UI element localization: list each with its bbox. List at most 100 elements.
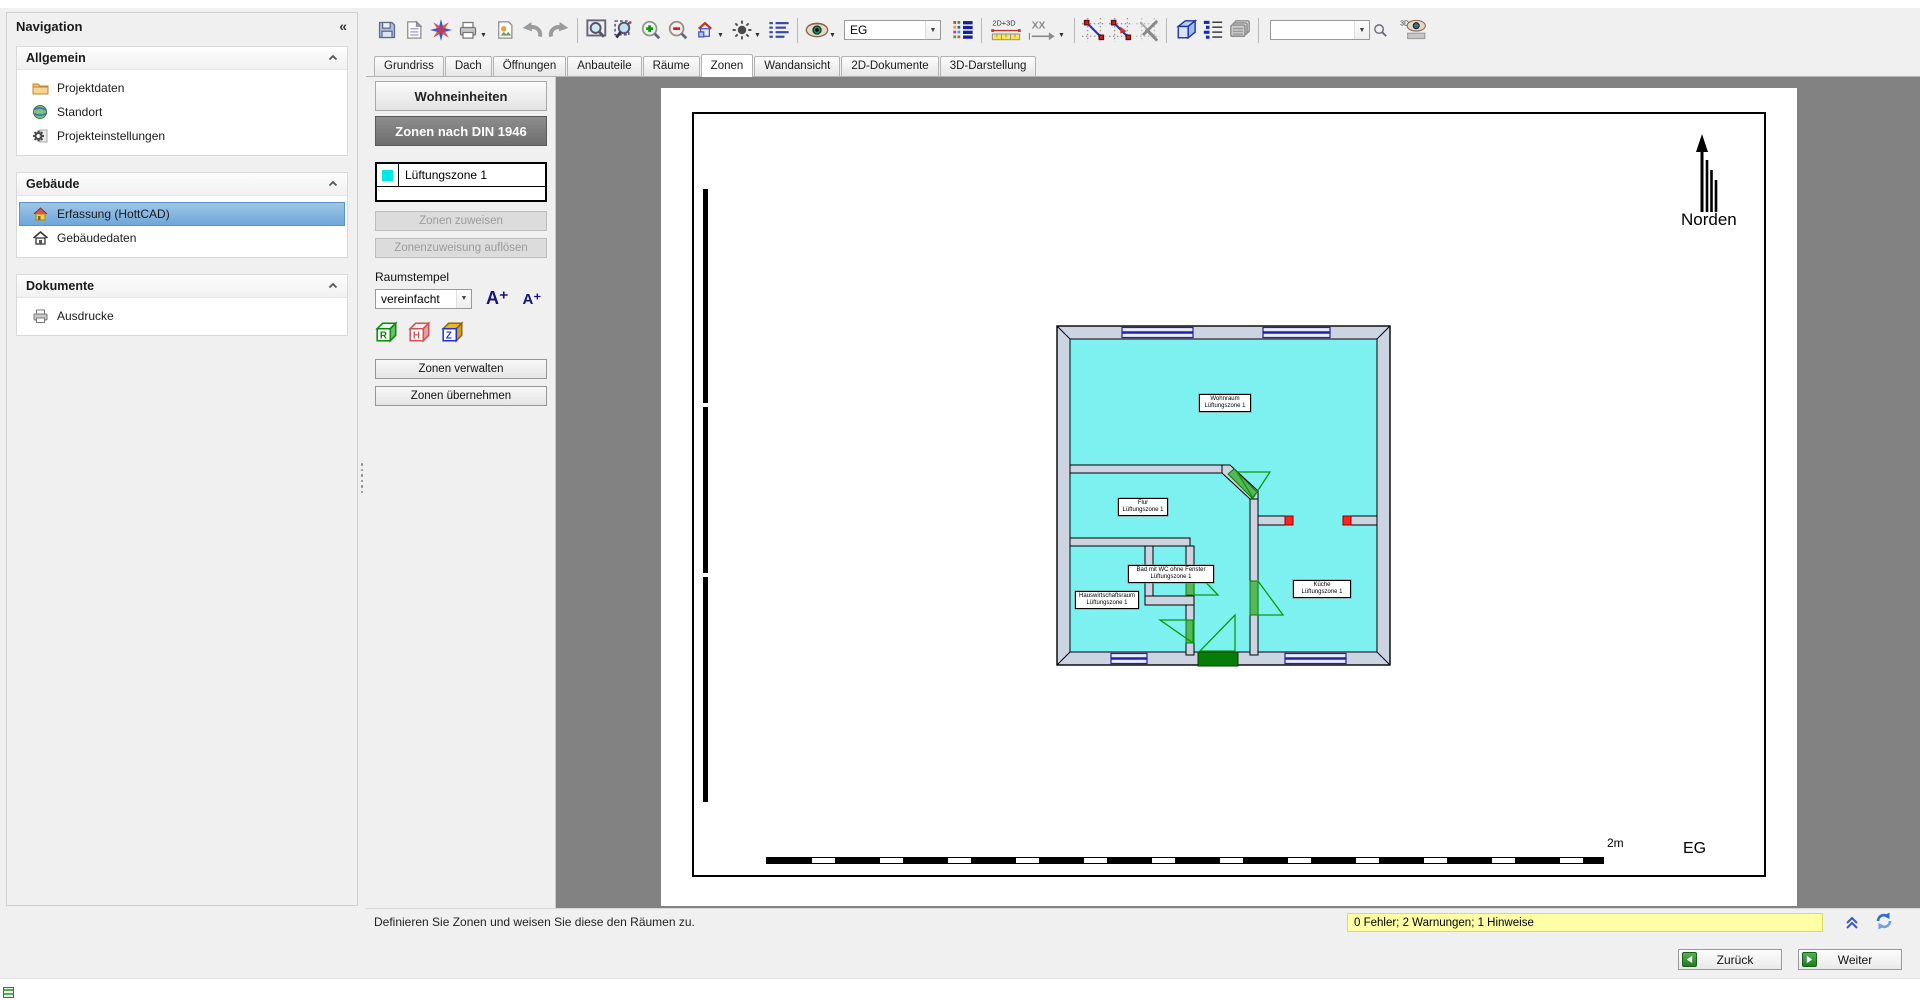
stereo-3d-button[interactable]: 3D [1396, 17, 1430, 44]
refresh-icon[interactable] [1874, 911, 1894, 931]
chevron-down-icon[interactable]: ▼ [925, 21, 940, 39]
tab-2d-dokumente[interactable]: 2D-Dokumente [841, 56, 938, 76]
tab-anbauteile[interactable]: Anbauteile [567, 56, 641, 76]
zonen-verwalten-button[interactable]: Zonen verwalten [375, 359, 547, 379]
zonen-uebernehmen-button[interactable]: Zonen übernehmen [375, 386, 547, 406]
chevron-down-icon[interactable]: ▼ [1354, 21, 1369, 39]
panel-splitter-handle[interactable] [359, 463, 365, 499]
sidebar-item-standort[interactable]: Standort [19, 100, 345, 124]
snap-off-button[interactable] [1134, 17, 1161, 44]
levels-list-button[interactable] [1199, 17, 1226, 44]
sidebar-item-ausdrucke[interactable]: Ausdrucke [19, 304, 345, 328]
weiter-button[interactable]: Weiter [1798, 949, 1902, 970]
redo-icon [547, 19, 571, 41]
redo-button[interactable] [545, 17, 572, 44]
wohneinheiten-button[interactable]: Wohneinheiten [375, 81, 547, 111]
toolbar-separator [1166, 18, 1167, 43]
zone-list-item[interactable]: Lüftungszone 1 [377, 164, 545, 187]
search-input[interactable]: ▼ [1270, 20, 1370, 40]
sidebar-item-gebaeudedaten[interactable]: Gebäudedaten [19, 226, 345, 250]
brightness-dropdown-icon[interactable]: ▼ [754, 32, 764, 39]
snapshot-page-icon [495, 20, 515, 40]
snap-line-button[interactable] [1080, 17, 1107, 44]
house-outline-icon [32, 230, 49, 246]
zurueck-button[interactable]: Zurück [1678, 949, 1782, 970]
coordinates-dropdown-icon[interactable]: ▼ [1058, 32, 1068, 39]
search-icon [1373, 23, 1388, 38]
zonen-din-button[interactable]: Zonen nach DIN 1946 [375, 116, 547, 146]
drawing-canvas[interactable]: Wohnraum Lüftungszone 1 Flur Lüftungszon… [556, 77, 1920, 916]
visibility-dropdown-icon[interactable]: ▼ [829, 32, 839, 39]
coordinates-button[interactable]: XX [1025, 17, 1059, 44]
nav-group-dokumente-header[interactable]: Dokumente [17, 275, 347, 298]
room-stamp-hauswirtschaftsraum: Hauswirtschaftsraum Lüftungszone 1 [1075, 591, 1139, 609]
collapse-panel-icon[interactable]: « [339, 18, 347, 34]
tab-zonen[interactable]: Zonen [701, 54, 754, 77]
folder-icon [32, 80, 49, 96]
search-button[interactable] [1370, 17, 1390, 44]
star-burst-button[interactable] [427, 17, 454, 44]
floor-select[interactable]: EG ▼ [844, 20, 941, 40]
sidebar-item-projektdaten[interactable]: Projektdaten [19, 76, 345, 100]
home-view-icon [695, 20, 715, 40]
tab-wandansicht[interactable]: Wandansicht [754, 56, 840, 76]
zone-stamp-cube-button[interactable]: Z [441, 321, 465, 343]
undo-button[interactable] [518, 17, 545, 44]
print-button[interactable] [454, 17, 481, 44]
entrance-door [1198, 652, 1238, 666]
height-stamp-cube-button[interactable]: H [408, 321, 432, 343]
nav-group-title: Gebäude [26, 177, 80, 191]
dimension-2d3d-button[interactable]: 2D+3D [987, 17, 1025, 44]
font-larger-button[interactable]: A⁺ [486, 288, 509, 309]
floor-plan[interactable] [1056, 324, 1394, 667]
north-label: Norden [1681, 210, 1737, 230]
print-dropdown-icon[interactable]: ▼ [480, 32, 490, 39]
sidebar-item-projekteinstellungen[interactable]: Projekteinstellungen [19, 124, 345, 148]
save-button[interactable] [373, 17, 400, 44]
tab-3d-darstellung[interactable]: 3D-Darstellung [940, 56, 1037, 76]
status-mini-icon [3, 987, 14, 998]
nav-group-allgemein-header[interactable]: Allgemein [17, 47, 347, 70]
tab-oeffnungen[interactable]: Öffnungen [493, 56, 567, 76]
nav-group-gebaeude-header[interactable]: Gebäude [17, 173, 347, 196]
sidebar-item-label: Erfassung (HottCAD) [57, 207, 170, 221]
zoom-selection-button[interactable] [610, 17, 637, 44]
zoom-window-button[interactable] [583, 17, 610, 44]
snap-line-angle-button[interactable] [1107, 17, 1134, 44]
tab-raeume[interactable]: Räume [643, 56, 700, 76]
room-stamp-cube-button[interactable]: R [375, 321, 399, 343]
layers-stack-button[interactable] [1226, 17, 1253, 44]
sidebar-item-label: Standort [57, 105, 102, 119]
report-button[interactable] [400, 17, 427, 44]
tab-dach[interactable]: Dach [445, 56, 492, 76]
room-name: Hauswirtschaftsraum [1078, 593, 1136, 600]
zonen-zuweisen-button[interactable]: Zonen zuweisen [375, 211, 547, 231]
toolbar-separator [981, 18, 982, 43]
section-line [703, 407, 708, 573]
snapshot-button[interactable] [491, 17, 518, 44]
sidebar-item-erfassung-hottcad[interactable]: Erfassung (HottCAD) [19, 202, 345, 226]
chevron-up-icon [328, 53, 338, 63]
raumstempel-select[interactable]: vereinfacht ▼ [375, 289, 472, 309]
brightness-button[interactable] [728, 17, 755, 44]
visibility-button[interactable] [803, 17, 830, 44]
display-options-button[interactable] [765, 17, 792, 44]
zonenzuweisung-aufloesen-button[interactable]: Zonenzuweisung auflösen [375, 238, 547, 258]
view-3d-button[interactable] [1172, 17, 1199, 44]
zone-list-empty-row[interactable] [377, 187, 545, 200]
drawing-sheet: Wohnraum Lüftungszone 1 Flur Lüftungszon… [661, 88, 1797, 906]
font-smaller-button[interactable]: A⁺ [523, 290, 542, 308]
room-name: Küche [1296, 582, 1348, 589]
expand-messages-icon[interactable] [1843, 914, 1861, 930]
brightness-icon [732, 20, 752, 40]
home-view-dropdown-icon[interactable]: ▼ [717, 32, 727, 39]
zoom-out-button[interactable] [664, 17, 691, 44]
snap-line-icon [1082, 18, 1106, 42]
home-view-button[interactable] [691, 17, 718, 44]
tab-grundriss[interactable]: Grundriss [374, 56, 444, 76]
zoom-in-button[interactable] [637, 17, 664, 44]
legend-colors-button[interactable] [949, 17, 976, 44]
forward-arrow-icon [1802, 952, 1817, 967]
chevron-down-icon[interactable]: ▼ [456, 290, 471, 308]
message-summary-bar[interactable]: 0 Fehler; 2 Warnungen; 1 Hinweise [1347, 913, 1823, 932]
